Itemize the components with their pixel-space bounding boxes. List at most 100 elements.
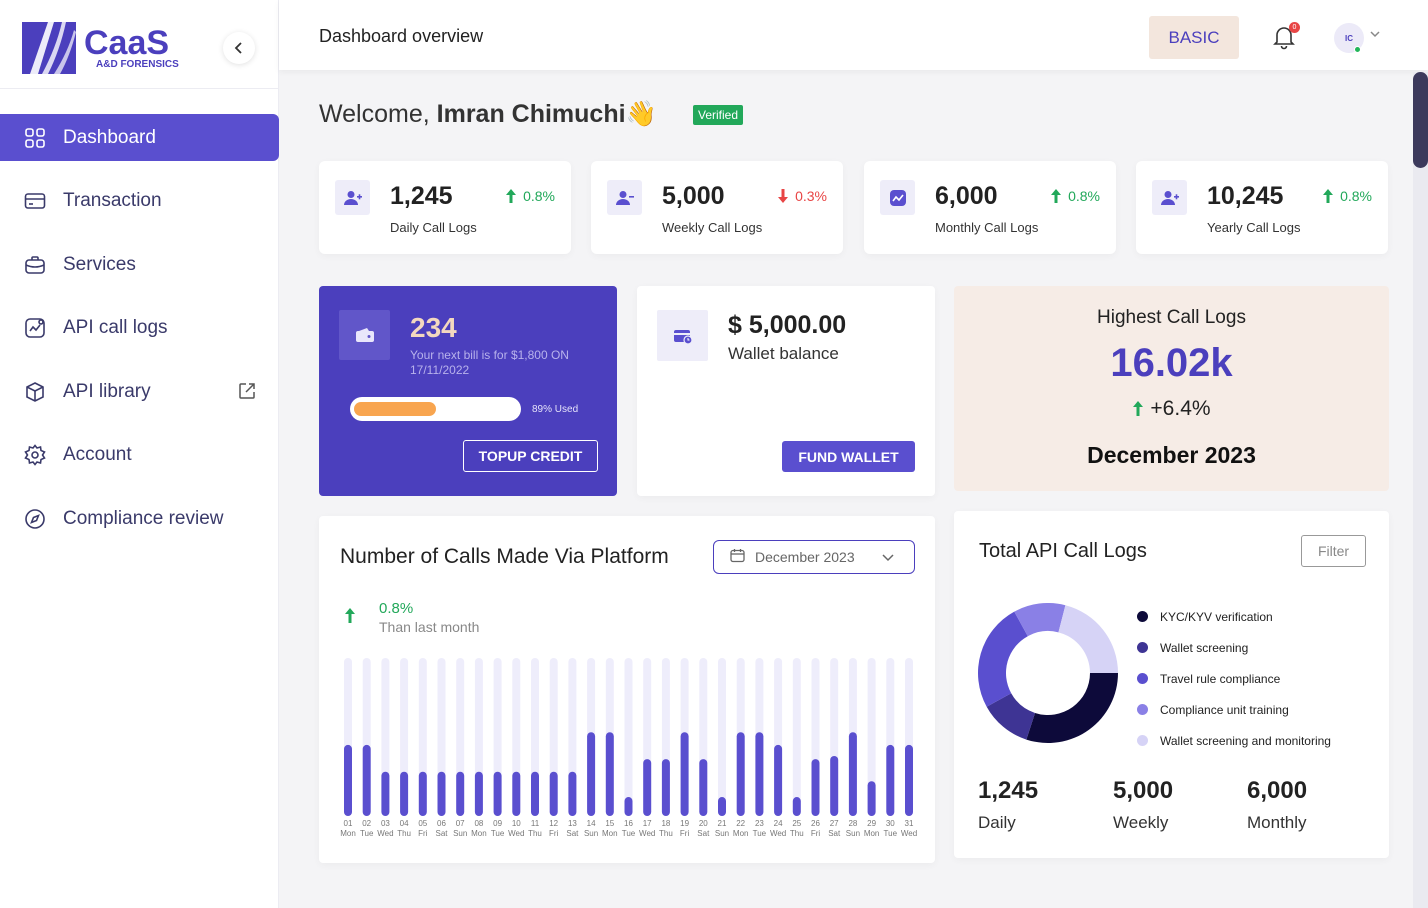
x-tick-label: 15 <box>605 819 614 828</box>
sidebar-item-api-call-logs[interactable]: API call logs <box>0 305 279 352</box>
x-tick-weekday: Sun <box>715 829 729 838</box>
x-tick-label: 07 <box>456 819 465 828</box>
bar[interactable] <box>362 744 371 816</box>
topup-credit-button[interactable]: TOPUP CREDIT <box>463 440 598 472</box>
legend-dot <box>1137 611 1148 622</box>
x-tick-label: 09 <box>493 819 502 828</box>
x-tick-label: 17 <box>643 819 652 828</box>
bar[interactable] <box>848 732 857 816</box>
collapse-sidebar-button[interactable] <box>223 32 255 64</box>
bar[interactable] <box>830 755 839 816</box>
bar[interactable] <box>643 759 652 816</box>
sidebar-item-dashboard[interactable]: Dashboard <box>0 114 279 161</box>
bar[interactable] <box>400 771 409 816</box>
sidebar-item-transaction[interactable]: Transaction <box>0 178 279 225</box>
stat-change: 0.3% <box>777 188 827 204</box>
bar[interactable] <box>587 732 596 816</box>
bar[interactable] <box>437 771 446 816</box>
stat-label: Monthly Call Logs <box>935 220 1039 235</box>
scrollbar-thumb[interactable] <box>1413 72 1428 168</box>
bar[interactable] <box>886 744 895 816</box>
x-tick-weekday: Mon <box>340 829 356 838</box>
month-select[interactable]: December 2023 <box>713 540 915 574</box>
sidebar-item-api-library[interactable]: API library <box>0 368 279 415</box>
bar[interactable] <box>474 771 483 816</box>
bar[interactable] <box>680 732 689 816</box>
bar[interactable] <box>792 797 801 816</box>
x-tick-label: 23 <box>755 819 764 828</box>
bar[interactable] <box>624 797 633 816</box>
bar[interactable] <box>418 771 427 816</box>
bar[interactable] <box>718 797 726 816</box>
bar[interactable] <box>774 744 783 816</box>
wallet-balance-value: $ 5,000.00 <box>728 311 847 339</box>
bar-track <box>792 658 801 816</box>
x-tick-weekday: Tue <box>360 829 374 838</box>
bar[interactable] <box>549 771 558 816</box>
bar[interactable] <box>512 771 521 816</box>
bar[interactable] <box>605 732 614 816</box>
x-tick-weekday: Thu <box>397 829 411 838</box>
x-tick-label: 13 <box>568 819 577 828</box>
credit-card: 234 Your next bill is for $1,800 ON 17/1… <box>319 286 617 496</box>
highest-title: Highest Call Logs <box>1097 307 1246 328</box>
briefcase-icon <box>23 253 47 277</box>
bar-track <box>718 658 726 816</box>
scrollbar-track[interactable] <box>1413 72 1428 908</box>
total-label: Monthly <box>1247 813 1307 832</box>
bar[interactable] <box>568 771 577 816</box>
x-tick-weekday: Sat <box>697 829 710 838</box>
sidebar-item-compliance-review[interactable]: Compliance review <box>0 495 279 542</box>
page-title: Dashboard overview <box>319 26 484 46</box>
sidebar-item-account[interactable]: Account <box>0 432 279 479</box>
bar[interactable] <box>905 744 913 816</box>
bar[interactable] <box>344 744 352 816</box>
filter-button[interactable]: Filter <box>1301 535 1366 567</box>
x-tick-label: 29 <box>867 819 876 828</box>
bar[interactable] <box>456 771 465 816</box>
bar[interactable] <box>755 732 764 816</box>
sidebar-item-label: API library <box>63 380 151 402</box>
bar[interactable] <box>699 759 708 816</box>
highest-value: 16.02k <box>1110 341 1233 385</box>
trend-icon <box>880 180 915 215</box>
x-tick-label: 08 <box>474 819 483 828</box>
donut-slice[interactable] <box>1026 673 1118 743</box>
fund-wallet-button[interactable]: FUND WALLET <box>782 441 915 472</box>
x-tick-weekday: Thu <box>528 829 542 838</box>
legend-label: Wallet screening <box>1160 640 1249 655</box>
wallet-balance-label: Wallet balance <box>728 344 839 363</box>
bar[interactable] <box>811 759 820 816</box>
external-link-icon[interactable] <box>237 381 257 407</box>
legend-item: Compliance unit training <box>1137 694 1331 725</box>
bar[interactable] <box>381 771 390 816</box>
donut-slice[interactable] <box>1058 605 1118 673</box>
legend-item: Travel rule compliance <box>1137 663 1331 694</box>
donut-slice[interactable] <box>978 611 1028 707</box>
brand-name: CaaS <box>84 23 170 62</box>
stat-card-weekly: 5,000 Weekly Call Logs 0.3% <box>591 161 843 254</box>
stat-value: 6,000 <box>935 182 998 210</box>
x-tick-weekday: Mon <box>471 829 487 838</box>
x-tick-label: 01 <box>344 819 353 828</box>
chevron-down-icon[interactable] <box>1370 30 1380 41</box>
bar[interactable] <box>661 759 670 816</box>
x-tick-label: 28 <box>848 819 857 828</box>
brand-logo[interactable]: CaaS A&D FORENSICS <box>22 22 179 74</box>
total-monthly: 6,000 Monthly <box>1247 777 1307 833</box>
grid-icon <box>23 126 47 150</box>
total-weekly: 5,000 Weekly <box>1113 777 1173 833</box>
api-logs-legend: KYC/KYV verification Wallet screening Trav… <box>1137 601 1331 756</box>
sidebar-item-services[interactable]: Services <box>0 241 279 288</box>
credit-value: 234 <box>410 312 457 343</box>
bar[interactable] <box>867 781 876 816</box>
x-tick-weekday: Tue <box>884 829 898 838</box>
x-tick-label: 19 <box>680 819 689 828</box>
bar[interactable] <box>736 732 745 816</box>
x-tick-weekday: Sat <box>566 829 579 838</box>
plan-badge[interactable]: BASIC <box>1149 16 1239 59</box>
stat-value: 1,245 <box>390 182 453 210</box>
bar[interactable] <box>531 771 539 816</box>
x-tick-label: 27 <box>830 819 839 828</box>
bar[interactable] <box>493 771 502 816</box>
